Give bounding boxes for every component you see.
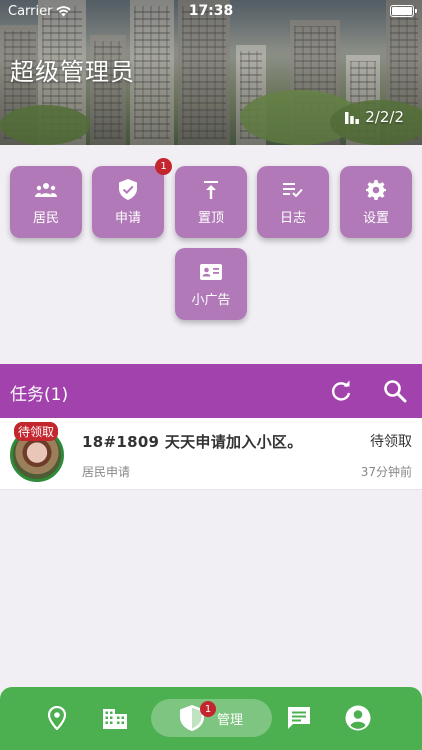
tile-label: 日志 (279, 210, 306, 226)
tile-label: 设置 (362, 210, 389, 226)
refresh-icon[interactable] (330, 380, 352, 402)
task-status: 待领取 (370, 434, 412, 450)
nav-manage[interactable]: 1 管理 (151, 699, 272, 737)
bar-chart-icon (345, 112, 360, 124)
task-subtitle: 居民申请 (82, 465, 131, 479)
nav-buildings[interactable] (102, 705, 128, 731)
tile-label: 小广告 (191, 292, 231, 308)
nav-label: 管理 (217, 713, 244, 728)
tile-applications[interactable]: 申请 1 (92, 158, 172, 238)
tile-small-ads[interactable]: 小广告 (175, 248, 247, 320)
nav-messages[interactable] (286, 705, 312, 731)
task-row[interactable]: 18#1809 天天申请加入小区。 居民申请 待领取 37分钟前 (0, 418, 422, 490)
tile-residents[interactable]: 居民 (10, 166, 82, 238)
stats-value: 2/2/2 (365, 108, 404, 126)
account-icon (345, 705, 371, 731)
tile-settings[interactable]: 设置 (340, 166, 412, 238)
log-list-icon (282, 179, 304, 201)
nav-location[interactable] (44, 705, 70, 731)
pin-top-icon (200, 179, 222, 201)
id-card-icon (200, 261, 222, 283)
page-title: 超级管理员 (10, 58, 135, 86)
tasks-title: 任务(1) (10, 385, 69, 405)
tile-label: 居民 (32, 210, 59, 226)
tile-logs[interactable]: 日志 (257, 166, 329, 238)
tile-label: 置顶 (197, 210, 224, 226)
building-icon (103, 709, 127, 729)
tasks-header: 任务(1) (0, 364, 422, 418)
avatar-status-badge: 待领取 (14, 422, 59, 441)
tile-pin-top[interactable]: 置顶 (175, 166, 247, 238)
bottom-nav: 1 管理 (0, 687, 422, 750)
task-title: 18#1809 天天申请加入小区。 (82, 433, 303, 451)
search-icon[interactable] (383, 379, 407, 403)
location-pin-icon (48, 706, 66, 730)
clock: 17:38 (188, 3, 234, 19)
battery-icon (390, 5, 417, 17)
gear-icon (365, 179, 387, 201)
people-icon (35, 179, 57, 201)
stats-indicator: 2/2/2 (345, 108, 404, 126)
tile-label: 申请 (114, 210, 141, 226)
shield-check-icon (117, 179, 139, 201)
nav-profile[interactable] (345, 705, 371, 731)
notification-badge: 1 (200, 701, 216, 717)
notification-badge: 1 (155, 158, 172, 175)
task-time: 37分钟前 (360, 465, 412, 479)
chat-icon (288, 707, 310, 729)
status-bar: Carrier 17:38 (0, 0, 422, 24)
